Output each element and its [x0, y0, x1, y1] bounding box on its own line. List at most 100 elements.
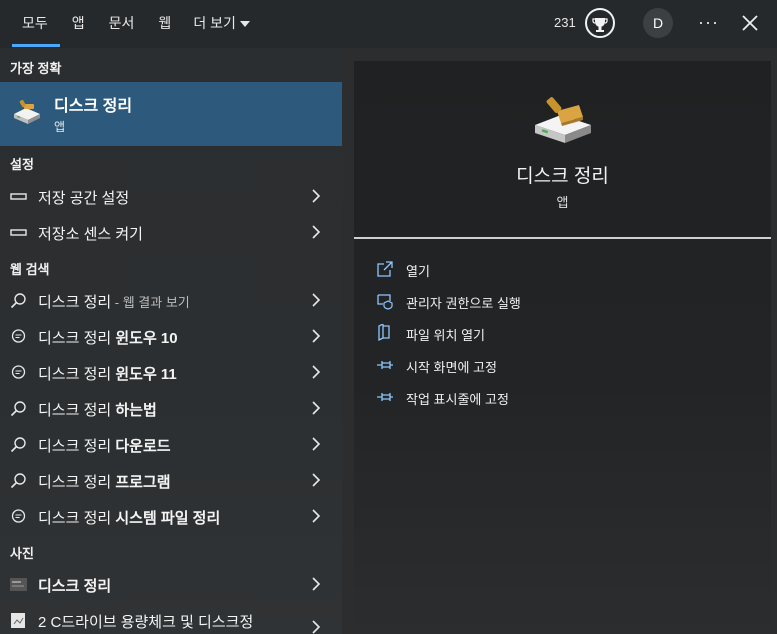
photo-thumbnail-icon: [10, 578, 27, 591]
chat-search-icon: [11, 329, 26, 343]
web-item-query: 디스크 정리: [38, 294, 112, 311]
pin-to-taskbar-label: 작업 표시줄에 고정: [406, 392, 509, 407]
best-match-title: 디스크 정리: [54, 98, 133, 115]
list-item[interactable]: 디스크 정리 하는법: [0, 390, 342, 426]
tab-all-label: 모두: [22, 15, 48, 31]
pin-to-start-action[interactable]: 시작 화면에 고정: [376, 352, 756, 378]
shield-icon: [377, 294, 393, 310]
list-item[interactable]: 디스크 정리 윈도우 10: [0, 318, 342, 354]
chevron-right-icon[interactable]: [309, 401, 323, 415]
chevron-right-icon[interactable]: [309, 577, 323, 591]
list-item[interactable]: 디스크 정리 다운로드: [0, 426, 342, 462]
web-item-label: 디스크 정리 하는법: [38, 399, 157, 420]
tab-all[interactable]: 모두: [10, 0, 60, 48]
chevron-right-icon[interactable]: [309, 225, 323, 239]
web-item-query: 디스크 정리: [38, 474, 116, 491]
chevron-right-icon[interactable]: [309, 509, 323, 523]
tab-documents-label: 문서: [108, 15, 135, 31]
open-file-location-action[interactable]: 파일 위치 열기: [376, 320, 756, 346]
preview-subtitle: 앱: [556, 195, 569, 210]
web-item-query: 디스크 정리: [38, 366, 116, 383]
open-icon: [377, 261, 393, 277]
pin-to-taskbar-action[interactable]: 작업 표시줄에 고정: [376, 384, 756, 410]
chevron-right-icon[interactable]: [309, 473, 323, 487]
run-as-admin-action[interactable]: 관리자 권한으로 실행: [376, 288, 756, 314]
search-icon: [10, 473, 26, 489]
web-item-hint: - 웹 결과 보기: [111, 295, 190, 310]
list-item[interactable]: 2 C드라이브 용량체크 및 디스크정: [0, 602, 342, 634]
storage-icon: [10, 193, 27, 200]
section-settings: 설정: [10, 157, 34, 172]
list-item[interactable]: 디스크 정리 - 웹 결과 보기: [0, 282, 342, 318]
best-match-subtitle: 앱: [54, 120, 66, 134]
chevron-right-icon[interactable]: [309, 437, 323, 451]
tab-apps[interactable]: 앱: [60, 0, 97, 48]
pin-icon: [377, 361, 393, 369]
settings-item-label: 저장소 센스 켜기: [38, 226, 143, 243]
search-icon: [10, 437, 26, 453]
more-options-icon[interactable]: ···: [698, 0, 719, 44]
open-file-location-label: 파일 위치 열기: [406, 328, 485, 343]
photo-item-title: 디스크 정리: [38, 578, 112, 595]
photo-item-label: 2 C드라이브 용량체크 및 디스크정: [38, 614, 254, 631]
disk-cleanup-icon: [535, 97, 591, 143]
web-item-label: 디스크 정리 윈도우 11: [38, 363, 177, 384]
list-item[interactable]: 디스크 정리 윈도우 11: [0, 354, 342, 390]
tab-more[interactable]: 더 보기: [183, 0, 262, 48]
tab-web[interactable]: 웹: [146, 0, 183, 48]
section-photos: 사진: [10, 546, 34, 561]
list-item[interactable]: 저장 공간 설정: [0, 178, 342, 214]
chevron-right-icon[interactable]: [309, 189, 323, 203]
disk-cleanup-icon: [14, 99, 40, 124]
tab-documents[interactable]: 문서: [97, 0, 147, 48]
list-item[interactable]: 디스크 정리 시스템 파일 정리: [0, 498, 342, 534]
chevron-right-icon[interactable]: [309, 329, 323, 343]
avatar[interactable]: D: [643, 8, 673, 38]
chat-search-icon: [11, 365, 26, 379]
web-item-label: 디스크 정리 시스템 파일 정리: [38, 507, 220, 528]
search-icon: [10, 293, 26, 309]
pin-icon: [377, 393, 393, 401]
open-action[interactable]: 열기: [376, 256, 756, 282]
web-item-label: 디스크 정리 - 웹 결과 보기: [38, 291, 190, 312]
section-web-search: 웹 검색: [10, 262, 50, 277]
list-item[interactable]: 디스크 정리: [0, 566, 342, 602]
rewards-icon[interactable]: [585, 8, 615, 38]
best-match-item[interactable]: 디스크 정리 앱: [0, 82, 342, 146]
web-item-label: 디스크 정리 윈도우 10: [38, 327, 178, 348]
chevron-right-icon[interactable]: [309, 365, 323, 379]
web-item-query: 디스크 정리: [38, 510, 116, 527]
filter-tabs: 모두 앱 문서 웹 더 보기: [10, 0, 262, 48]
tab-apps-label: 앱: [71, 15, 85, 31]
preview-title: 디스크 정리: [516, 166, 609, 187]
results-panel: 가장 정확 디스크 정리 앱 설정 저장 공간 설정 저장소 센스 켜기 웹 검…: [0, 48, 342, 634]
caret-down-icon: [239, 21, 250, 28]
run-as-admin-label: 관리자 권한으로 실행: [406, 296, 521, 311]
web-item-label: 디스크 정리 프로그램: [38, 471, 171, 492]
list-item[interactable]: 저장소 센스 켜기: [0, 214, 342, 250]
chevron-right-icon[interactable]: [309, 620, 323, 634]
web-item-label: 디스크 정리 다운로드: [38, 435, 171, 456]
preview-panel: 디스크 정리 앱 열기 관리자 권한으로 실행 파일 위치 열기 시작 화면에 …: [354, 61, 771, 634]
file-location-icon: [378, 324, 390, 342]
chevron-right-icon[interactable]: [309, 293, 323, 307]
web-item-suggestion: 시스템 파일 정리: [115, 510, 221, 527]
section-best-match: 가장 정확: [10, 61, 62, 76]
rewards-points: 231: [554, 15, 576, 30]
photo-thumbnail-icon: [11, 613, 25, 628]
search-icon: [10, 401, 26, 417]
web-item-query: 디스크 정리: [38, 402, 116, 419]
search-header: 모두 앱 문서 웹 더 보기 231 D ···: [0, 0, 777, 48]
web-item-query: 디스크 정리: [38, 438, 116, 455]
chat-search-icon: [11, 509, 26, 523]
open-label: 열기: [406, 264, 430, 279]
storage-icon: [10, 229, 27, 236]
photo-item-label: 디스크 정리: [38, 575, 111, 596]
list-item[interactable]: 디스크 정리 프로그램: [0, 462, 342, 498]
divider: [354, 237, 771, 239]
tab-web-label: 웹: [158, 15, 172, 31]
pin-to-start-label: 시작 화면에 고정: [406, 360, 497, 375]
settings-item-label: 저장 공간 설정: [38, 190, 130, 207]
web-item-query: 디스크 정리: [38, 330, 116, 347]
close-icon[interactable]: [740, 13, 760, 33]
